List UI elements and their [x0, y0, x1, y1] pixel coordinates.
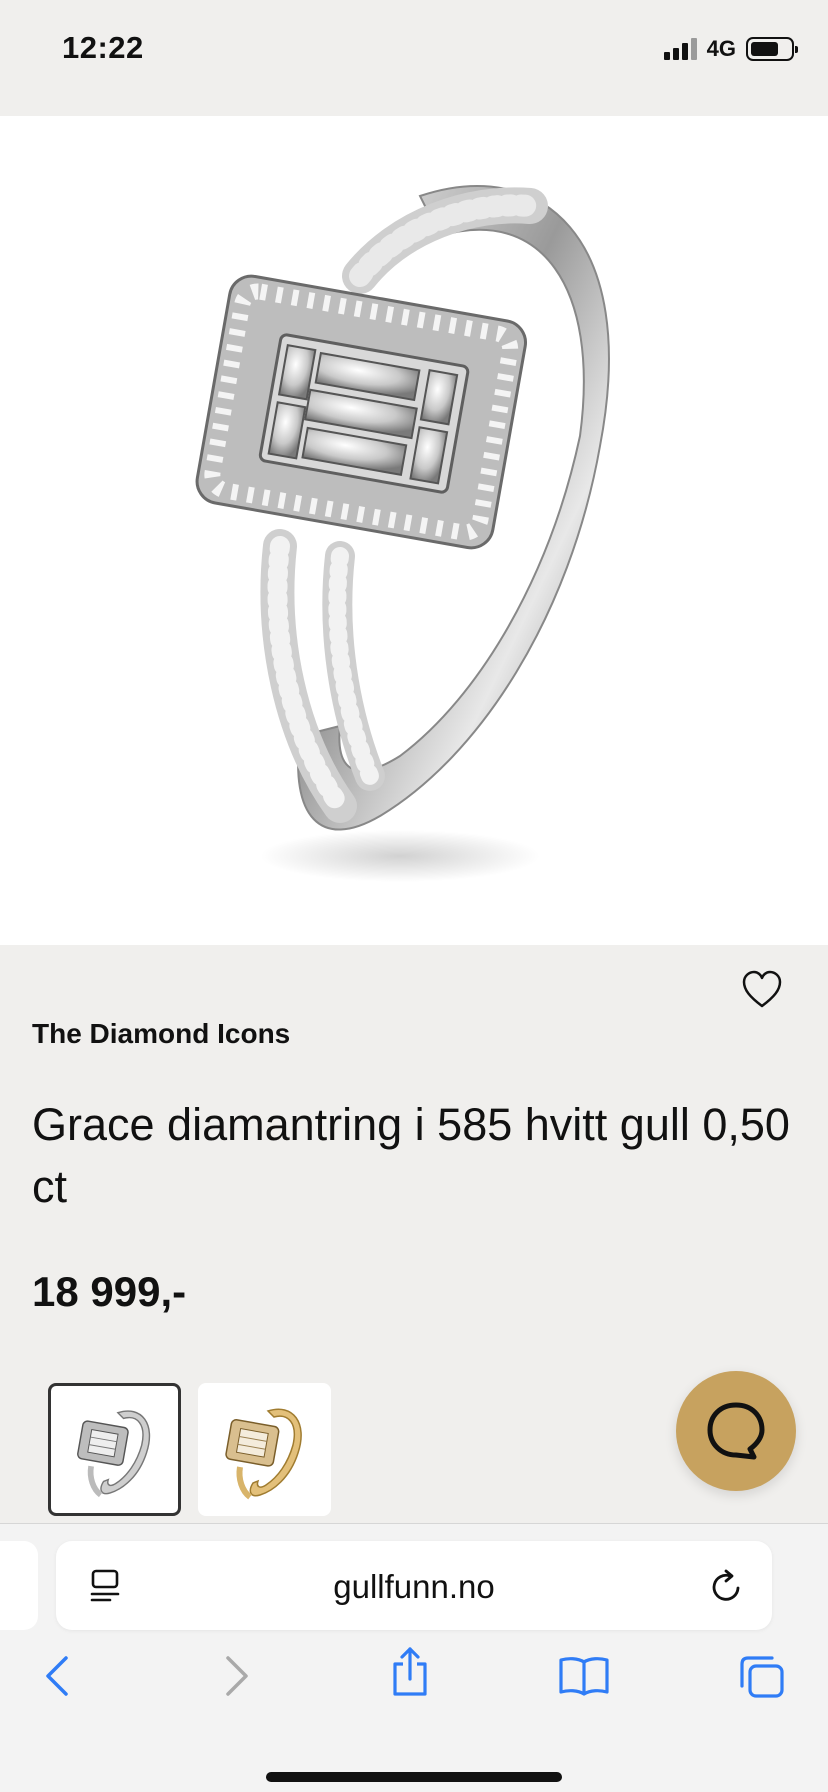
forward-icon[interactable]	[224, 1654, 250, 1698]
thumbnail-white-gold[interactable]	[48, 1383, 181, 1516]
chat-button[interactable]	[676, 1371, 796, 1491]
battery-icon	[746, 37, 798, 61]
status-indicators: 4G	[663, 36, 798, 62]
reload-icon[interactable]	[710, 1568, 744, 1604]
product-title: Grace diamantring i 585 hvitt gull 0,50 …	[32, 1099, 790, 1212]
url-text[interactable]: gullfunn.no	[56, 1568, 772, 1606]
status-bar: 12:22 4G	[0, 0, 828, 116]
signal-icon	[663, 38, 697, 60]
home-indicator[interactable]	[266, 1772, 562, 1782]
thumbnail-strip	[48, 1383, 331, 1516]
share-icon[interactable]	[390, 1646, 430, 1698]
network-label: 4G	[706, 36, 736, 61]
product-image[interactable]	[0, 116, 828, 1008]
product-brand[interactable]: The Diamond Icons	[32, 1018, 290, 1050]
product-price: 18 999,-	[32, 1268, 187, 1315]
ring-illustration	[195, 185, 610, 882]
chat-bubble-icon	[707, 1402, 765, 1460]
address-bar[interactable]: gullfunn.no	[56, 1541, 772, 1630]
ring-thumbnail-gold	[225, 1408, 302, 1500]
bookmarks-icon[interactable]	[558, 1654, 610, 1698]
back-icon[interactable]	[44, 1654, 70, 1698]
previous-tab-preview[interactable]	[0, 1541, 38, 1630]
thumbnail-yellow-gold[interactable]	[198, 1383, 331, 1516]
battery-level	[751, 42, 778, 56]
browser-bar: gullfunn.no	[0, 1523, 828, 1792]
status-time: 12:22	[62, 30, 144, 65]
tabs-icon[interactable]	[738, 1654, 786, 1700]
ring-thumbnail-silver	[77, 1410, 151, 1498]
heart-outline-icon[interactable]	[740, 968, 784, 1012]
browser-toolbar	[0, 1647, 828, 1714]
